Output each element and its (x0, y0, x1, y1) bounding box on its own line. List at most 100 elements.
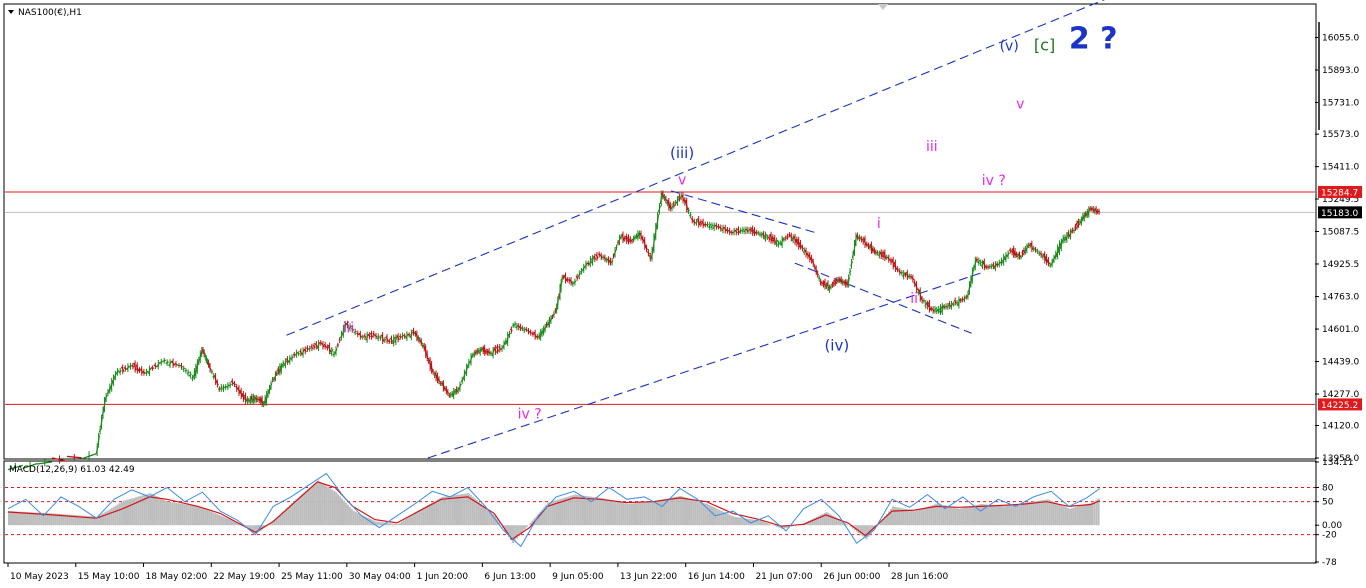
macd-tick-label: -20 (1322, 531, 1337, 541)
macd-histogram-bar (698, 501, 701, 526)
macd-histogram-bar (968, 506, 971, 526)
wave-label[interactable]: v (678, 172, 686, 188)
macd-histogram-bar (964, 507, 967, 526)
macd-histogram-bar (616, 501, 619, 526)
macd-histogram-bar (614, 501, 617, 526)
macd-histogram-bar (992, 505, 995, 526)
macd-histogram-bar (1062, 506, 1065, 526)
macd-histogram-bar (303, 492, 306, 526)
macd-histogram-bar (420, 508, 423, 526)
price-segment (1032, 247, 1035, 250)
macd-histogram-bar (946, 505, 949, 526)
price-segment (758, 233, 762, 236)
macd-histogram-bar (966, 507, 969, 526)
price-tick-label: 14120.0 (1322, 422, 1359, 432)
macd-histogram-bar (914, 511, 917, 526)
macd-histogram-bar (189, 505, 192, 526)
macd-histogram-bar (610, 500, 613, 526)
wave-label[interactable]: (v) (1000, 39, 1019, 55)
wave-label[interactable]: iv ? (982, 173, 1006, 189)
macd-histogram-bar (455, 494, 458, 526)
macd-tick-label: -78 (1322, 558, 1337, 568)
macd-histogram-bar (563, 497, 566, 526)
macd-histogram-bar (630, 503, 633, 526)
macd-histogram-bar (996, 505, 999, 526)
macd-histogram-bar (635, 502, 638, 526)
macd-histogram-bar (22, 511, 25, 526)
macd-histogram-bar (904, 508, 907, 526)
price-scale-bar[interactable] (1318, 22, 1320, 130)
macd-histogram-bar (569, 495, 572, 526)
macd-histogram-bar (346, 504, 349, 526)
macd-histogram-bar (380, 522, 383, 526)
price-tick-label: 14601.0 (1322, 325, 1359, 335)
macd-histogram-bar (956, 508, 959, 526)
macd-histogram-bar (741, 517, 744, 526)
macd-histogram-bar (394, 524, 397, 526)
wave-label[interactable]: iii (343, 320, 355, 336)
macd-histogram-bar (763, 522, 766, 526)
macd-histogram-bar (229, 519, 232, 526)
macd-histogram-bar (388, 523, 391, 526)
macd-histogram-bar (183, 504, 186, 526)
wave-label[interactable]: (iv) (824, 336, 849, 354)
macd-histogram-bar (165, 500, 168, 526)
macd-histogram-bar (1082, 504, 1085, 526)
wave-label[interactable]: [c] (1034, 36, 1055, 55)
macd-histogram-bar (350, 508, 353, 526)
macd-histogram-bar (437, 499, 440, 526)
wave-label[interactable]: ii (910, 291, 918, 307)
macd-histogram-bar (586, 496, 589, 526)
macd-histogram-bar (1038, 500, 1041, 526)
time-tick-label: 22 May 19:00 (213, 572, 275, 582)
macd-histogram-bar (1074, 507, 1077, 526)
time-tick-label: 26 Jun 00:00 (823, 572, 880, 582)
price-segment (755, 231, 758, 234)
wave-label[interactable]: iii (926, 139, 938, 155)
macd-histogram-bar (193, 505, 196, 526)
macd-histogram-bar (340, 498, 343, 526)
level-price-label: 14225.2 (1321, 401, 1358, 411)
macd-histogram-bar (720, 510, 723, 526)
chart-canvas: NAS100(€),H1 16055.0 15893.0 15731.0 15573.… (3, 0, 1362, 582)
macd-histogram-bar (920, 509, 923, 526)
price-segment (612, 255, 615, 257)
price-segment (383, 338, 387, 342)
macd-histogram-bar (1036, 500, 1039, 526)
macd-histogram-bar (765, 522, 768, 526)
macd-tick-label: 134.11 (1322, 458, 1354, 468)
macd-histogram-bar (196, 506, 199, 526)
macd-histogram-bar (594, 497, 597, 526)
macd-histogram-bar (641, 502, 644, 526)
macd-histogram-bar (1050, 501, 1053, 526)
price-segment (900, 271, 903, 274)
macd-histogram-bar (386, 522, 389, 526)
macd-histogram-bar (1076, 506, 1079, 526)
macd-histogram-bar (1020, 503, 1023, 526)
macd-histogram-bar (110, 508, 113, 526)
price-segment (1015, 253, 1018, 256)
macd-histogram-bar (1040, 500, 1043, 526)
macd-histogram-bar (910, 510, 913, 526)
wave-label[interactable]: i (877, 216, 881, 232)
wave-label[interactable]: v (1016, 97, 1024, 113)
macd-histogram-bar (378, 521, 381, 526)
macd-histogram-bar (187, 504, 190, 526)
price-tick-label: 14763.0 (1322, 293, 1359, 303)
macd-histogram-bar (12, 511, 15, 526)
macd-histogram-bar (445, 496, 448, 526)
macd-histogram-bar (1068, 508, 1071, 526)
wave-label[interactable]: (iii) (670, 144, 694, 162)
wave-label[interactable]: 2 ? (1069, 22, 1118, 57)
macd-histogram-bar (317, 480, 320, 526)
price-segment (521, 327, 524, 330)
macd-histogram-bar (463, 493, 466, 526)
trading-chart-window: NAS100(€),H1 16055.0 15893.0 15731.0 15573.… (0, 0, 1366, 588)
time-tick-label: 1 Jun 20:00 (417, 572, 469, 582)
wave-label[interactable]: iv ? (518, 406, 542, 422)
macd-histogram-bar (8, 511, 10, 526)
macd-histogram-bar (924, 507, 927, 526)
macd-histogram-bar (135, 497, 138, 526)
macd-histogram-bar (602, 498, 605, 526)
macd-histogram-bar (220, 515, 223, 526)
